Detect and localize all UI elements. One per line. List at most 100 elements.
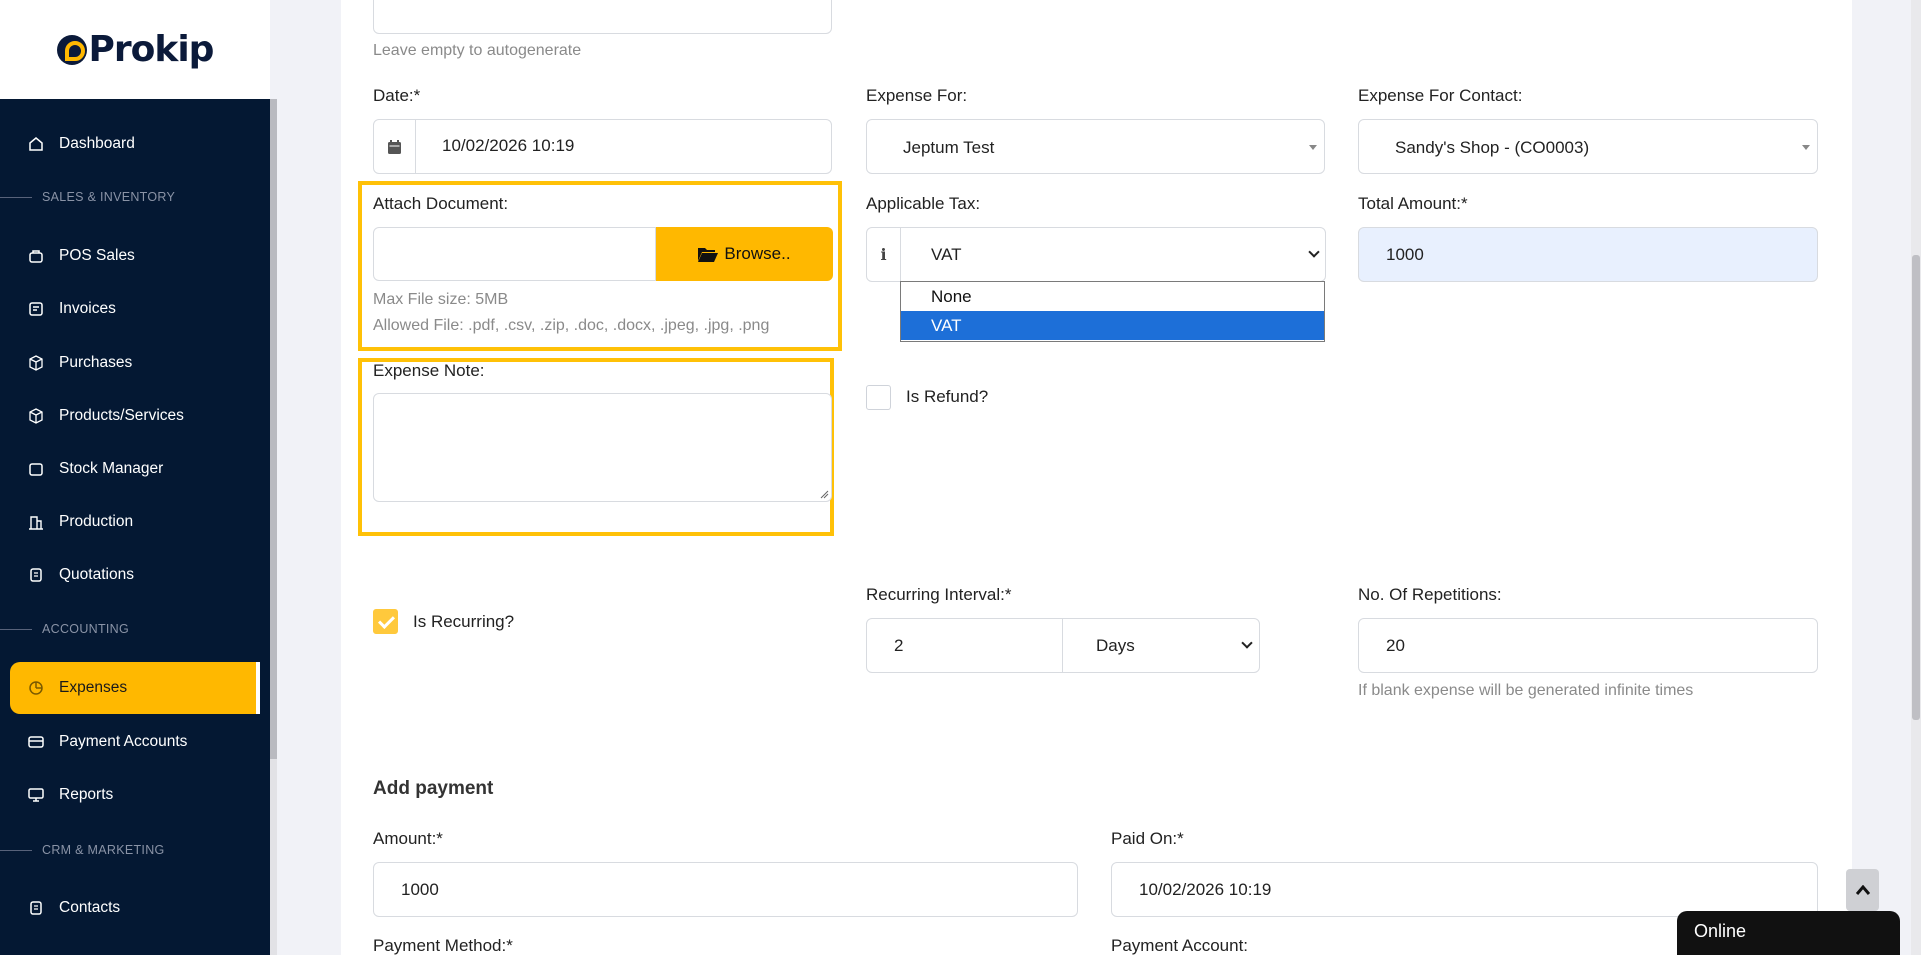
allowed-files-help: Allowed File: .pdf, .csv, .zip, .doc, .d… xyxy=(373,317,770,334)
resize-handle-icon[interactable] xyxy=(820,490,829,499)
chevron-down-icon xyxy=(1308,246,1320,258)
folder-icon xyxy=(28,461,44,477)
sidebar-item-label: Production xyxy=(59,513,134,530)
file-input[interactable] xyxy=(373,227,656,281)
chevron-down-icon xyxy=(1241,637,1253,649)
sidebar-item-production[interactable]: Production xyxy=(10,496,257,548)
scroll-to-top-button[interactable] xyxy=(1846,869,1879,911)
card-icon xyxy=(28,734,44,750)
attach-document-label: Attach Document: xyxy=(373,194,509,213)
expense-form-card: Leave empty to autogenerate Date:* 10/02… xyxy=(341,0,1852,955)
tax-dropdown-list: None VAT xyxy=(900,281,1325,342)
applicable-tax-value: VAT xyxy=(931,245,962,264)
paid-on-input[interactable]: 10/02/2026 10:19 xyxy=(1111,862,1818,917)
brand-header: Prokip xyxy=(0,0,270,99)
max-file-size-help: Max File size: 5MB xyxy=(373,291,509,308)
expense-contact-value: Sandy's Shop - (CO0003) xyxy=(1395,138,1590,157)
box-icon xyxy=(28,355,44,371)
sidebar-item-products-services[interactable]: Products/Services xyxy=(10,390,257,442)
chat-widget-online[interactable]: Online xyxy=(1677,911,1900,955)
sidebar-item-dashboard[interactable]: Dashboard xyxy=(10,118,257,170)
sidebar-item-stock-manager[interactable]: Stock Manager xyxy=(10,443,257,495)
pie-chart-icon xyxy=(28,680,44,696)
sidebar-item-expenses[interactable]: Expenses xyxy=(10,662,260,714)
tax-option-none[interactable]: None xyxy=(901,282,1324,311)
prokip-logo[interactable]: Prokip xyxy=(56,29,215,70)
total-amount-value: 1000 xyxy=(1386,245,1424,264)
payment-amount-value: 1000 xyxy=(401,880,439,899)
browse-button[interactable]: Browse.. xyxy=(656,227,833,281)
ref-no-input[interactable] xyxy=(373,0,832,34)
caret-down-icon xyxy=(1802,145,1810,150)
total-amount-input[interactable]: 1000 xyxy=(1358,227,1818,282)
sidebar: Dashboard SALES & INVENTORY POS Sales In… xyxy=(0,99,270,955)
ref-no-help: Leave empty to autogenerate xyxy=(373,42,582,59)
date-field[interactable]: 10/02/2026 10:19 xyxy=(373,119,832,174)
recurring-interval-label: Recurring Interval:* xyxy=(866,585,1012,604)
expense-for-label: Expense For: xyxy=(866,86,968,105)
chevron-up-icon xyxy=(1855,885,1870,895)
add-payment-title: Add payment xyxy=(373,778,494,799)
home-icon xyxy=(28,136,44,152)
sidebar-item-purchases[interactable]: Purchases xyxy=(10,337,257,389)
paid-on-value: 10/02/2026 10:19 xyxy=(1139,880,1272,899)
cube-icon xyxy=(28,408,44,424)
page-scrollbar[interactable] xyxy=(1911,0,1921,955)
sidebar-item-contacts[interactable]: Contacts xyxy=(10,882,257,934)
bag-icon xyxy=(28,248,44,264)
expense-note-textarea[interactable] xyxy=(373,393,832,502)
expense-for-select[interactable]: Jeptum Test xyxy=(866,119,1325,174)
applicable-tax-label: Applicable Tax: xyxy=(866,194,981,213)
logo-mark-icon xyxy=(56,34,87,65)
is-refund-checkbox[interactable] xyxy=(866,385,891,410)
sidebar-item-label: Contacts xyxy=(59,899,121,916)
sidebar-item-invoices[interactable]: Invoices xyxy=(10,283,257,335)
invoice-icon xyxy=(28,301,44,317)
sidebar-item-label: Purchases xyxy=(59,354,133,371)
monitor-icon xyxy=(28,787,44,803)
doc-icon xyxy=(28,567,44,583)
repetitions-input[interactable]: 20 xyxy=(1358,618,1818,673)
expense-contact-select[interactable]: Sandy's Shop - (CO0003) xyxy=(1358,119,1818,174)
recurring-interval-input[interactable]: 2 xyxy=(866,618,1063,673)
tax-option-vat[interactable]: VAT xyxy=(901,311,1324,340)
repetitions-help: If blank expense will be generated infin… xyxy=(1358,682,1694,699)
payment-amount-label: Amount:* xyxy=(373,829,443,848)
sidebar-item-quotations[interactable]: Quotations xyxy=(10,549,257,601)
payment-amount-input[interactable]: 1000 xyxy=(373,862,1078,917)
info-icon: i xyxy=(867,228,901,281)
section-sales-inventory: SALES & INVENTORY xyxy=(0,187,270,207)
sidebar-scrollbar-thumb[interactable] xyxy=(270,99,277,759)
building-icon xyxy=(28,514,44,530)
sidebar-item-label: Reports xyxy=(59,786,114,803)
is-recurring-checkbox[interactable] xyxy=(373,609,398,634)
sidebar-scrollbar[interactable] xyxy=(270,99,277,955)
is-refund-label: Is Refund? xyxy=(906,387,989,406)
folder-open-icon xyxy=(698,248,719,262)
date-label: Date:* xyxy=(373,86,421,105)
contacts-icon xyxy=(28,900,44,916)
expense-contact-label: Expense For Contact: xyxy=(1358,86,1523,105)
payment-method-label: Payment Method:* xyxy=(373,936,513,955)
sidebar-item-reports[interactable]: Reports xyxy=(10,769,257,821)
is-recurring-label: Is Recurring? xyxy=(413,612,515,631)
chat-status: Online xyxy=(1694,921,1747,941)
sidebar-item-label: Invoices xyxy=(59,300,116,317)
sidebar-item-label: Quotations xyxy=(59,566,134,583)
section-accounting: ACCOUNTING xyxy=(0,619,270,639)
caret-down-icon xyxy=(1309,145,1317,150)
sidebar-item-label: Expenses xyxy=(59,679,128,696)
payment-account-label: Payment Account: xyxy=(1111,936,1249,955)
page-scrollbar-thumb[interactable] xyxy=(1912,255,1920,720)
expense-note-label: Expense Note: xyxy=(373,361,485,380)
recurring-interval-value: 2 xyxy=(894,636,904,655)
brand-name: Prokip xyxy=(88,29,215,70)
sidebar-item-label: Stock Manager xyxy=(59,460,164,477)
sidebar-item-pos-sales[interactable]: POS Sales xyxy=(10,230,257,282)
sidebar-item-payment-accounts[interactable]: Payment Accounts xyxy=(10,716,257,768)
calendar-icon[interactable] xyxy=(374,120,416,173)
expense-for-value: Jeptum Test xyxy=(903,138,995,157)
applicable-tax-select[interactable]: i VAT xyxy=(866,227,1326,282)
sidebar-item-label: POS Sales xyxy=(59,247,135,264)
recurring-unit-select[interactable]: Days xyxy=(1062,618,1260,673)
